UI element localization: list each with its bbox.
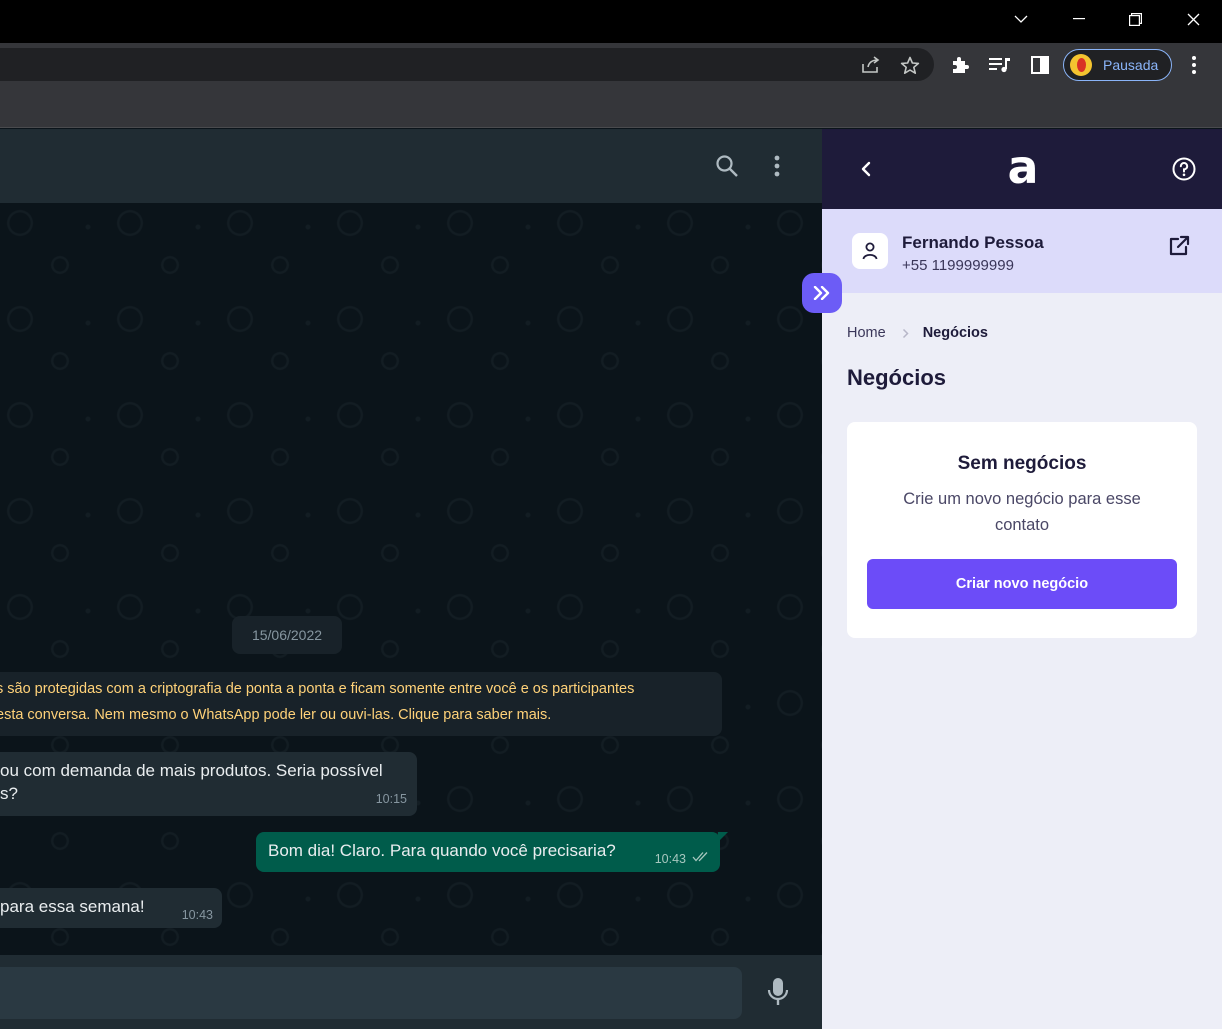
- bookmark-bar: [0, 86, 1222, 128]
- help-icon[interactable]: [1170, 155, 1198, 183]
- back-icon[interactable]: [852, 155, 880, 183]
- chevron-right-icon: [902, 328, 909, 339]
- collapse-panel-button[interactable]: [802, 273, 842, 313]
- address-bar[interactable]: [0, 48, 934, 81]
- message-incoming[interactable]: para essa semana! 10:43: [0, 888, 222, 928]
- double-chevron-right-icon: [813, 286, 830, 300]
- restore-icon[interactable]: [1106, 0, 1164, 38]
- message-time: 10:43: [181, 908, 213, 922]
- media-queue-icon[interactable]: [986, 51, 1014, 79]
- encryption-notice[interactable]: s são protegidas com a criptografia de p…: [0, 672, 722, 736]
- empty-state-title: Sem negócios: [957, 453, 1087, 474]
- message-text: Bom dia! Claro. Para quando você precisa…: [268, 841, 616, 860]
- external-link-icon[interactable]: [1166, 233, 1192, 259]
- chat-header: [0, 129, 822, 203]
- contact-avatar: [852, 233, 888, 269]
- double-check-icon: [692, 847, 710, 867]
- encryption-notice-line: esta conversa. Nem mesmo o WhatsApp pode…: [0, 707, 552, 723]
- user-icon: [862, 242, 878, 260]
- browser-titlebar: [0, 0, 1222, 43]
- avatar: [1070, 54, 1092, 76]
- browser-toolbar: [0, 43, 1222, 86]
- star-icon[interactable]: [896, 51, 924, 79]
- whatsapp-chat: 15/06/2022 s são protegidas com a cripto…: [0, 129, 822, 1029]
- message-text: ou com demanda de mais produtos. Seria p…: [0, 761, 383, 780]
- encryption-notice-line: s são protegidas com a criptografia de p…: [0, 681, 635, 697]
- search-icon[interactable]: [712, 151, 742, 181]
- more-options-icon[interactable]: [762, 151, 792, 181]
- chevron-down-icon[interactable]: [992, 0, 1050, 38]
- message-outgoing[interactable]: Bom dia! Claro. Para quando você precisa…: [256, 832, 728, 872]
- breadcrumb: Home Negócios: [847, 325, 988, 341]
- profile-label: Pausada: [1103, 57, 1159, 73]
- message-input[interactable]: [0, 967, 742, 1019]
- breadcrumb-home[interactable]: Home: [847, 325, 886, 341]
- share-icon[interactable]: [857, 51, 885, 79]
- side-panel-icon[interactable]: [1026, 51, 1054, 79]
- microphone-icon[interactable]: [763, 975, 793, 1009]
- empty-state-description: Crie um novo negócio para esse contato: [903, 490, 1141, 534]
- crm-side-panel: a Fernando Pessoa +55 1199999999 Home Ne…: [822, 129, 1222, 1029]
- message-text: para essa semana!: [0, 897, 145, 916]
- message-text: s?: [0, 784, 18, 803]
- minimize-icon[interactable]: [1050, 0, 1108, 38]
- contact-card: Fernando Pessoa +55 1199999999: [822, 209, 1222, 293]
- panel-header: a: [822, 129, 1222, 209]
- menu-icon[interactable]: [1180, 51, 1208, 79]
- brand-logo: a: [1007, 140, 1039, 194]
- message-time: 10:15: [375, 792, 407, 806]
- create-deal-button[interactable]: Criar novo negócio: [867, 559, 1177, 609]
- contact-name: Fernando Pessoa: [902, 233, 1044, 252]
- extensions-icon[interactable]: [946, 51, 974, 79]
- chat-footer: [0, 955, 822, 1029]
- message-incoming[interactable]: ou com demanda de mais produtos. Seria p…: [0, 752, 417, 816]
- page-title: Negócios: [847, 365, 947, 390]
- empty-state-card: Sem negócios Crie um novo negócio para e…: [847, 422, 1197, 638]
- date-separator: 15/06/2022: [232, 616, 342, 654]
- close-icon[interactable]: [1164, 0, 1222, 38]
- profile-button[interactable]: Pausada: [1063, 49, 1172, 81]
- message-time: 10:43: [654, 852, 686, 866]
- contact-phone: +55 1199999999: [902, 257, 1014, 274]
- breadcrumb-current: Negócios: [922, 325, 988, 341]
